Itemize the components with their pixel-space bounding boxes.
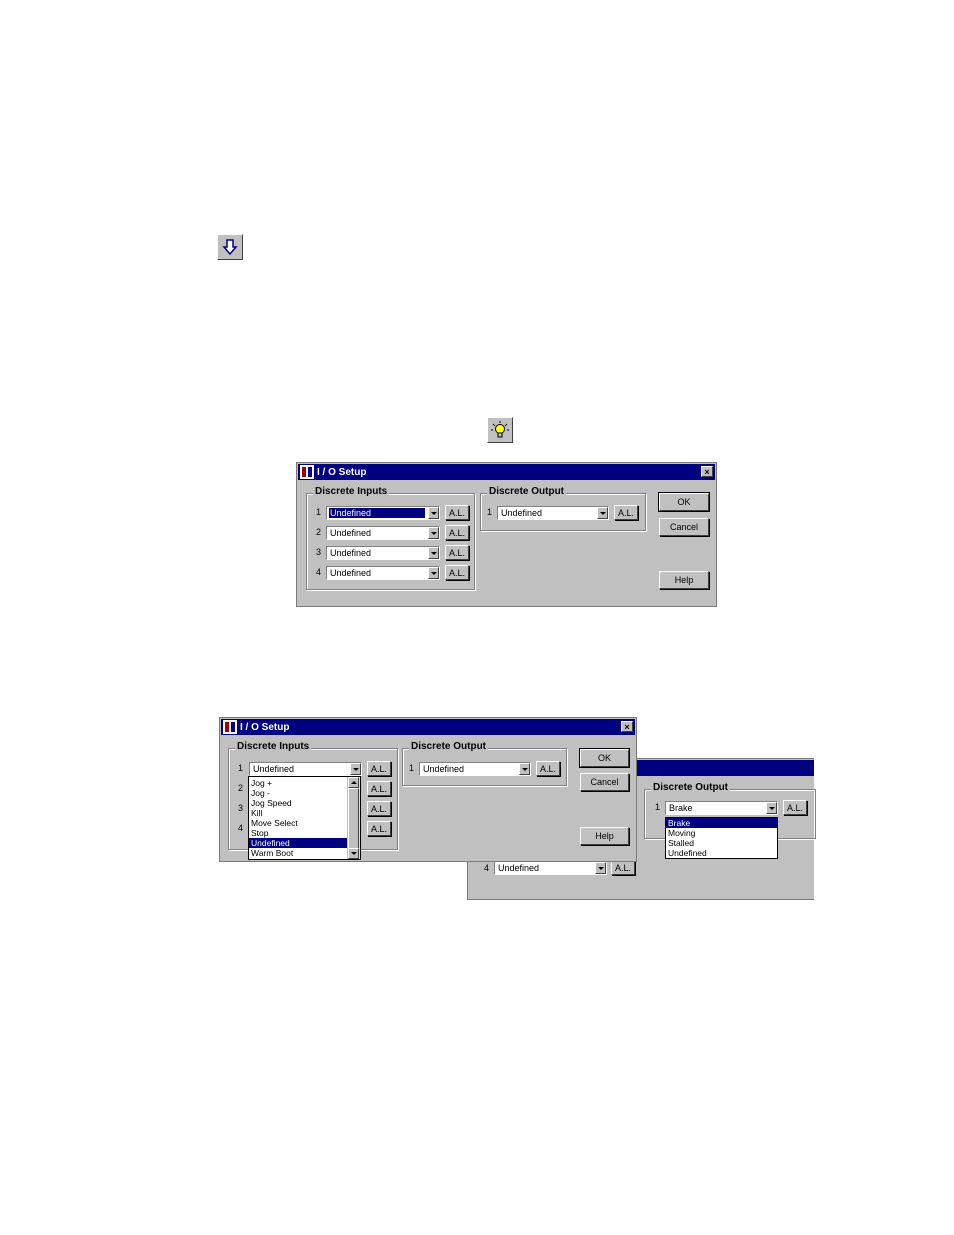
input-row-number: 4 bbox=[238, 823, 244, 833]
close-icon[interactable]: × bbox=[621, 721, 633, 732]
discrete-output-label: Discrete Output bbox=[409, 741, 489, 752]
select-value: Undefined bbox=[253, 764, 295, 774]
list-item[interactable]: Kill bbox=[249, 808, 348, 818]
dialog-title: I / O Setup bbox=[317, 466, 367, 478]
download-arrow-icon[interactable] bbox=[217, 234, 243, 260]
ok-button[interactable]: OK bbox=[658, 492, 710, 512]
chevron-down-icon[interactable] bbox=[519, 763, 530, 775]
select-value: Brake bbox=[669, 803, 693, 813]
help-button[interactable]: Help bbox=[659, 571, 709, 589]
active-level-button[interactable]: A.L. bbox=[611, 860, 635, 875]
output-1-select[interactable]: Undefined bbox=[497, 506, 609, 520]
input-row-number: 4 bbox=[484, 863, 490, 873]
chevron-down-icon[interactable] bbox=[428, 547, 439, 559]
input-4-select[interactable]: Undefined bbox=[494, 861, 607, 875]
input-row-number: 2 bbox=[316, 527, 322, 537]
select-value: Undefined bbox=[330, 528, 372, 538]
discrete-output-label: Discrete Output bbox=[487, 486, 567, 497]
active-level-button[interactable]: A.L. bbox=[445, 565, 469, 580]
input-1-select[interactable]: Undefined bbox=[326, 506, 440, 520]
cancel-button[interactable]: Cancel bbox=[659, 518, 709, 536]
discrete-inputs-group: Discrete Inputs 1 Undefined A.L. 2 Undef… bbox=[306, 486, 475, 590]
scroll-down-arrow-icon[interactable] bbox=[348, 848, 359, 859]
io-setup-dialog: I / O Setup × Discrete Inputs 1 Undefine… bbox=[296, 462, 717, 607]
active-level-button[interactable]: A.L. bbox=[367, 821, 391, 836]
discrete-inputs-label: Discrete Inputs bbox=[235, 741, 312, 752]
output-row-number: 1 bbox=[487, 507, 493, 517]
input-2-select[interactable]: Undefined bbox=[326, 526, 440, 540]
chevron-down-icon[interactable] bbox=[595, 862, 606, 874]
list-item[interactable]: Moving bbox=[666, 828, 777, 838]
active-level-button[interactable]: A.L. bbox=[614, 505, 638, 520]
discrete-output-group: Discrete Output 1 Undefined A.L. bbox=[402, 741, 567, 786]
output-row-number: 1 bbox=[655, 802, 661, 812]
chevron-down-icon[interactable] bbox=[597, 507, 608, 519]
chevron-down-icon[interactable] bbox=[428, 567, 439, 579]
select-value: Undefined bbox=[330, 568, 372, 578]
list-item[interactable]: Jog Speed bbox=[249, 798, 348, 808]
dropdown-scrollbar[interactable] bbox=[347, 777, 360, 859]
input-row-number: 4 bbox=[316, 567, 322, 577]
input-row-number: 3 bbox=[316, 547, 322, 557]
scroll-thumb[interactable] bbox=[348, 788, 359, 850]
list-item[interactable]: Brake bbox=[666, 818, 777, 828]
list-item[interactable]: Undefined bbox=[666, 848, 777, 858]
list-item[interactable]: Jog - bbox=[249, 788, 348, 798]
chevron-down-icon[interactable] bbox=[428, 507, 439, 519]
discrete-output-group: Discrete Output 1 Undefined A.L. bbox=[480, 486, 646, 531]
active-level-button[interactable]: A.L. bbox=[367, 801, 391, 816]
lightbulb-icon[interactable] bbox=[487, 417, 513, 443]
ok-button[interactable]: OK bbox=[579, 748, 630, 768]
output-1-select[interactable]: Brake bbox=[665, 801, 778, 815]
input-3-select[interactable]: Undefined bbox=[326, 546, 440, 560]
discrete-output-label: Discrete Output bbox=[651, 782, 731, 793]
select-value: Undefined bbox=[501, 508, 543, 518]
cancel-button[interactable]: Cancel bbox=[580, 773, 629, 791]
chevron-down-icon[interactable] bbox=[766, 802, 777, 814]
list-item[interactable]: Jog + bbox=[249, 778, 348, 788]
dialog-title: I / O Setup bbox=[240, 721, 290, 733]
active-level-button[interactable]: A.L. bbox=[445, 505, 469, 520]
list-item[interactable]: Undefined bbox=[249, 838, 348, 848]
app-icon bbox=[300, 465, 314, 479]
select-value: Undefined bbox=[498, 863, 540, 873]
discrete-inputs-label: Discrete Inputs bbox=[313, 486, 390, 497]
active-level-button[interactable]: A.L. bbox=[536, 761, 560, 776]
chevron-down-icon[interactable] bbox=[350, 763, 361, 775]
list-item[interactable]: Stalled bbox=[666, 838, 777, 848]
scroll-up-arrow-icon[interactable] bbox=[348, 777, 359, 788]
active-level-button[interactable]: A.L. bbox=[445, 545, 469, 560]
dialog-titlebar: I / O Setup × bbox=[221, 719, 635, 735]
input-row-number: 3 bbox=[238, 803, 244, 813]
list-item[interactable]: Move Select bbox=[249, 818, 348, 828]
input-1-select[interactable]: Undefined bbox=[249, 762, 362, 776]
output-dropdown-list[interactable]: Brake Moving Stalled Undefined bbox=[665, 817, 778, 859]
input-row-number: 1 bbox=[238, 763, 244, 773]
select-value: Undefined bbox=[423, 764, 465, 774]
select-value: Undefined bbox=[329, 508, 425, 518]
active-level-button[interactable]: A.L. bbox=[367, 781, 391, 796]
list-item[interactable]: Warm Boot bbox=[249, 848, 348, 858]
output-1-select[interactable]: Undefined bbox=[419, 762, 531, 776]
active-level-button[interactable]: A.L. bbox=[445, 525, 469, 540]
input-dropdown-list[interactable]: Jog + Jog - Jog Speed Kill Move Select S… bbox=[248, 776, 361, 860]
io-setup-dialog-input-dropdown: I / O Setup × Discrete Inputs 1 2 3 4 Un… bbox=[219, 717, 637, 862]
input-row-number: 1 bbox=[316, 507, 322, 517]
list-item[interactable]: Stop bbox=[249, 828, 348, 838]
active-level-button[interactable]: A.L. bbox=[783, 800, 807, 815]
dialog-titlebar: I / O Setup × bbox=[298, 464, 715, 480]
help-button[interactable]: Help bbox=[580, 827, 629, 845]
select-value: Undefined bbox=[330, 548, 372, 558]
input-4-select[interactable]: Undefined bbox=[326, 566, 440, 580]
app-icon bbox=[223, 720, 237, 734]
chevron-down-icon[interactable] bbox=[428, 527, 439, 539]
active-level-button[interactable]: A.L. bbox=[367, 761, 391, 776]
close-icon[interactable]: × bbox=[701, 466, 713, 477]
input-row-number: 2 bbox=[238, 783, 244, 793]
output-row-number: 1 bbox=[409, 763, 415, 773]
